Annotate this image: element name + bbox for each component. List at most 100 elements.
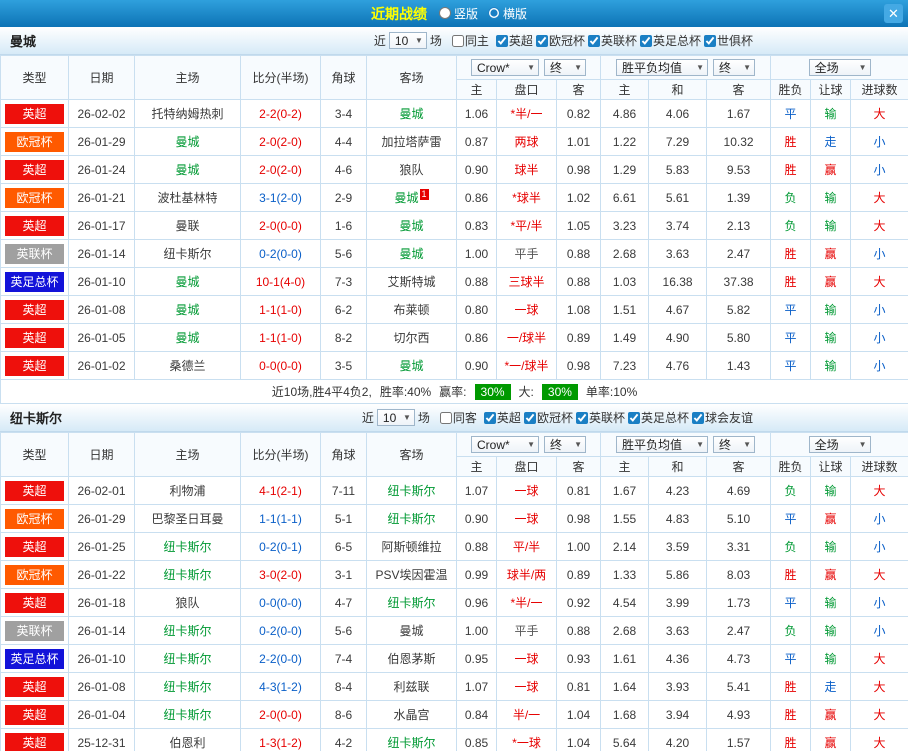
odds-final-select[interactable]: 终▼ — [544, 436, 586, 453]
games-count-select[interactable]: 10▼ — [377, 409, 415, 426]
close-icon[interactable]: ✕ — [884, 4, 903, 23]
result-goals: 小 — [851, 156, 908, 184]
away-team[interactable]: 曼城 — [367, 352, 457, 380]
filter-league[interactable]: 英联杯 — [588, 32, 637, 49]
away-team[interactable]: 阿斯顿维拉 — [367, 533, 457, 561]
filter-league-checkbox[interactable] — [576, 412, 588, 424]
filter-league-checkbox[interactable] — [588, 35, 600, 47]
filter-league[interactable]: 英足总杯 — [628, 409, 689, 426]
filter-league-checkbox[interactable] — [640, 35, 652, 47]
away-team[interactable]: 利兹联 — [367, 673, 457, 701]
odds-home: 0.88 — [457, 533, 497, 561]
away-team[interactable]: 布莱顿 — [367, 296, 457, 324]
match-date: 26-01-24 — [69, 156, 135, 184]
home-team[interactable]: 利物浦 — [135, 477, 241, 505]
away-team[interactable]: 曼城 — [367, 212, 457, 240]
match-row: 英超26-01-24曼城2-0(2-0)4-6狼队0.90球半0.981.295… — [1, 156, 908, 184]
result-goals: 大 — [851, 701, 908, 729]
bookmaker-select[interactable]: Crow*▼ — [471, 59, 539, 76]
away-team[interactable]: 艾斯特城 — [367, 268, 457, 296]
vertical-radio[interactable] — [439, 7, 451, 19]
filter-league[interactable]: 欧冠杯 — [524, 409, 573, 426]
corner-score: 5-6 — [321, 240, 367, 268]
filter-league-checkbox[interactable] — [536, 35, 548, 47]
away-team[interactable]: 曼城1 — [367, 184, 457, 212]
away-team[interactable]: 纽卡斯尔 — [367, 477, 457, 505]
away-team[interactable]: 纽卡斯尔 — [367, 505, 457, 533]
mean-final-select[interactable]: 终▼ — [713, 59, 755, 76]
away-team[interactable]: 切尔西 — [367, 324, 457, 352]
home-team[interactable]: 纽卡斯尔 — [135, 561, 241, 589]
scope-select[interactable]: 全场▼ — [809, 436, 871, 453]
mean-draw: 3.59 — [649, 533, 707, 561]
away-team[interactable]: 曼城 — [367, 617, 457, 645]
home-team[interactable]: 纽卡斯尔 — [135, 701, 241, 729]
chevron-down-icon: ▼ — [574, 440, 582, 449]
home-team[interactable]: 曼城 — [135, 128, 241, 156]
home-team[interactable]: 托特纳姆热刺 — [135, 100, 241, 128]
filter-league[interactable]: 英足总杯 — [640, 32, 701, 49]
filter-league-checkbox[interactable] — [692, 412, 704, 424]
odds-final-select[interactable]: 终▼ — [544, 59, 586, 76]
away-team[interactable]: 曼城 — [367, 100, 457, 128]
home-team[interactable]: 曼城 — [135, 296, 241, 324]
result-handicap: 赢 — [811, 729, 851, 751]
match-date: 25-12-31 — [69, 729, 135, 751]
home-team[interactable]: 曼城 — [135, 324, 241, 352]
home-team[interactable]: 狼队 — [135, 589, 241, 617]
filter-same[interactable]: 同主 — [452, 32, 489, 49]
home-team[interactable]: 曼城 — [135, 268, 241, 296]
home-team[interactable]: 波杜基林特 — [135, 184, 241, 212]
filter-league-checkbox[interactable] — [524, 412, 536, 424]
filter-league-checkbox[interactable] — [484, 412, 496, 424]
away-team[interactable]: 狼队 — [367, 156, 457, 184]
corner-score: 3-5 — [321, 352, 367, 380]
mean-final-select[interactable]: 终▼ — [713, 436, 755, 453]
bookmaker-select[interactable]: Crow*▼ — [471, 436, 539, 453]
filter-league[interactable]: 英联杯 — [576, 409, 625, 426]
bookmaker-select-value: Crow* — [477, 61, 510, 75]
layout-option-vertical[interactable]: 竖版 — [439, 5, 478, 22]
away-team[interactable]: 纽卡斯尔 — [367, 729, 457, 751]
match-score: 2-0(2-0) — [241, 156, 321, 184]
filter-league[interactable]: 英超 — [484, 409, 521, 426]
away-team[interactable]: 曼城 — [367, 240, 457, 268]
home-team[interactable]: 曼城 — [135, 156, 241, 184]
home-team[interactable]: 曼联 — [135, 212, 241, 240]
odds-final-select-value: 终 — [550, 59, 562, 76]
summary-row: 近10场,胜4平4负2,胜率:40%赢率:30%大:30%单率:10% — [1, 380, 908, 404]
home-team[interactable]: 桑德兰 — [135, 352, 241, 380]
home-team[interactable]: 伯恩利 — [135, 729, 241, 751]
home-team[interactable]: 巴黎圣日耳曼 — [135, 505, 241, 533]
filter-league-checkbox[interactable] — [496, 35, 508, 47]
home-team[interactable]: 纽卡斯尔 — [135, 673, 241, 701]
games-count-select[interactable]: 10▼ — [389, 32, 427, 49]
filter-same-checkbox[interactable] — [440, 412, 452, 424]
filter-league-checkbox[interactable] — [628, 412, 640, 424]
home-team[interactable]: 纽卡斯尔 — [135, 240, 241, 268]
col-score: 比分(半场) — [241, 433, 321, 477]
layout-option-horizontal[interactable]: 横版 — [488, 5, 527, 22]
away-team[interactable]: 水晶宫 — [367, 701, 457, 729]
section-header: 曼城近10▼场同主英超欧冠杯英联杯英足总杯世俱杯 — [0, 27, 908, 55]
away-team[interactable]: 纽卡斯尔 — [367, 589, 457, 617]
mean-select[interactable]: 胜平负均值▼ — [616, 59, 708, 76]
home-team[interactable]: 纽卡斯尔 — [135, 617, 241, 645]
filter-same[interactable]: 同客 — [440, 409, 477, 426]
filter-league[interactable]: 欧冠杯 — [536, 32, 585, 49]
filter-league-checkbox[interactable] — [704, 35, 716, 47]
away-team[interactable]: PSV埃因霍温 — [367, 561, 457, 589]
scope-header-cell: 全场▼ — [771, 433, 908, 457]
filter-league[interactable]: 世俱杯 — [704, 32, 753, 49]
home-team[interactable]: 纽卡斯尔 — [135, 645, 241, 673]
horizontal-radio[interactable] — [488, 7, 500, 19]
home-team[interactable]: 纽卡斯尔 — [135, 533, 241, 561]
odds-handicap: 一球 — [497, 296, 557, 324]
mean-select[interactable]: 胜平负均值▼ — [616, 436, 708, 453]
filter-league[interactable]: 球会友谊 — [692, 409, 753, 426]
scope-select[interactable]: 全场▼ — [809, 59, 871, 76]
away-team[interactable]: 伯恩茅斯 — [367, 645, 457, 673]
filter-league[interactable]: 英超 — [496, 32, 533, 49]
filter-same-checkbox[interactable] — [452, 35, 464, 47]
away-team[interactable]: 加拉塔萨雷 — [367, 128, 457, 156]
